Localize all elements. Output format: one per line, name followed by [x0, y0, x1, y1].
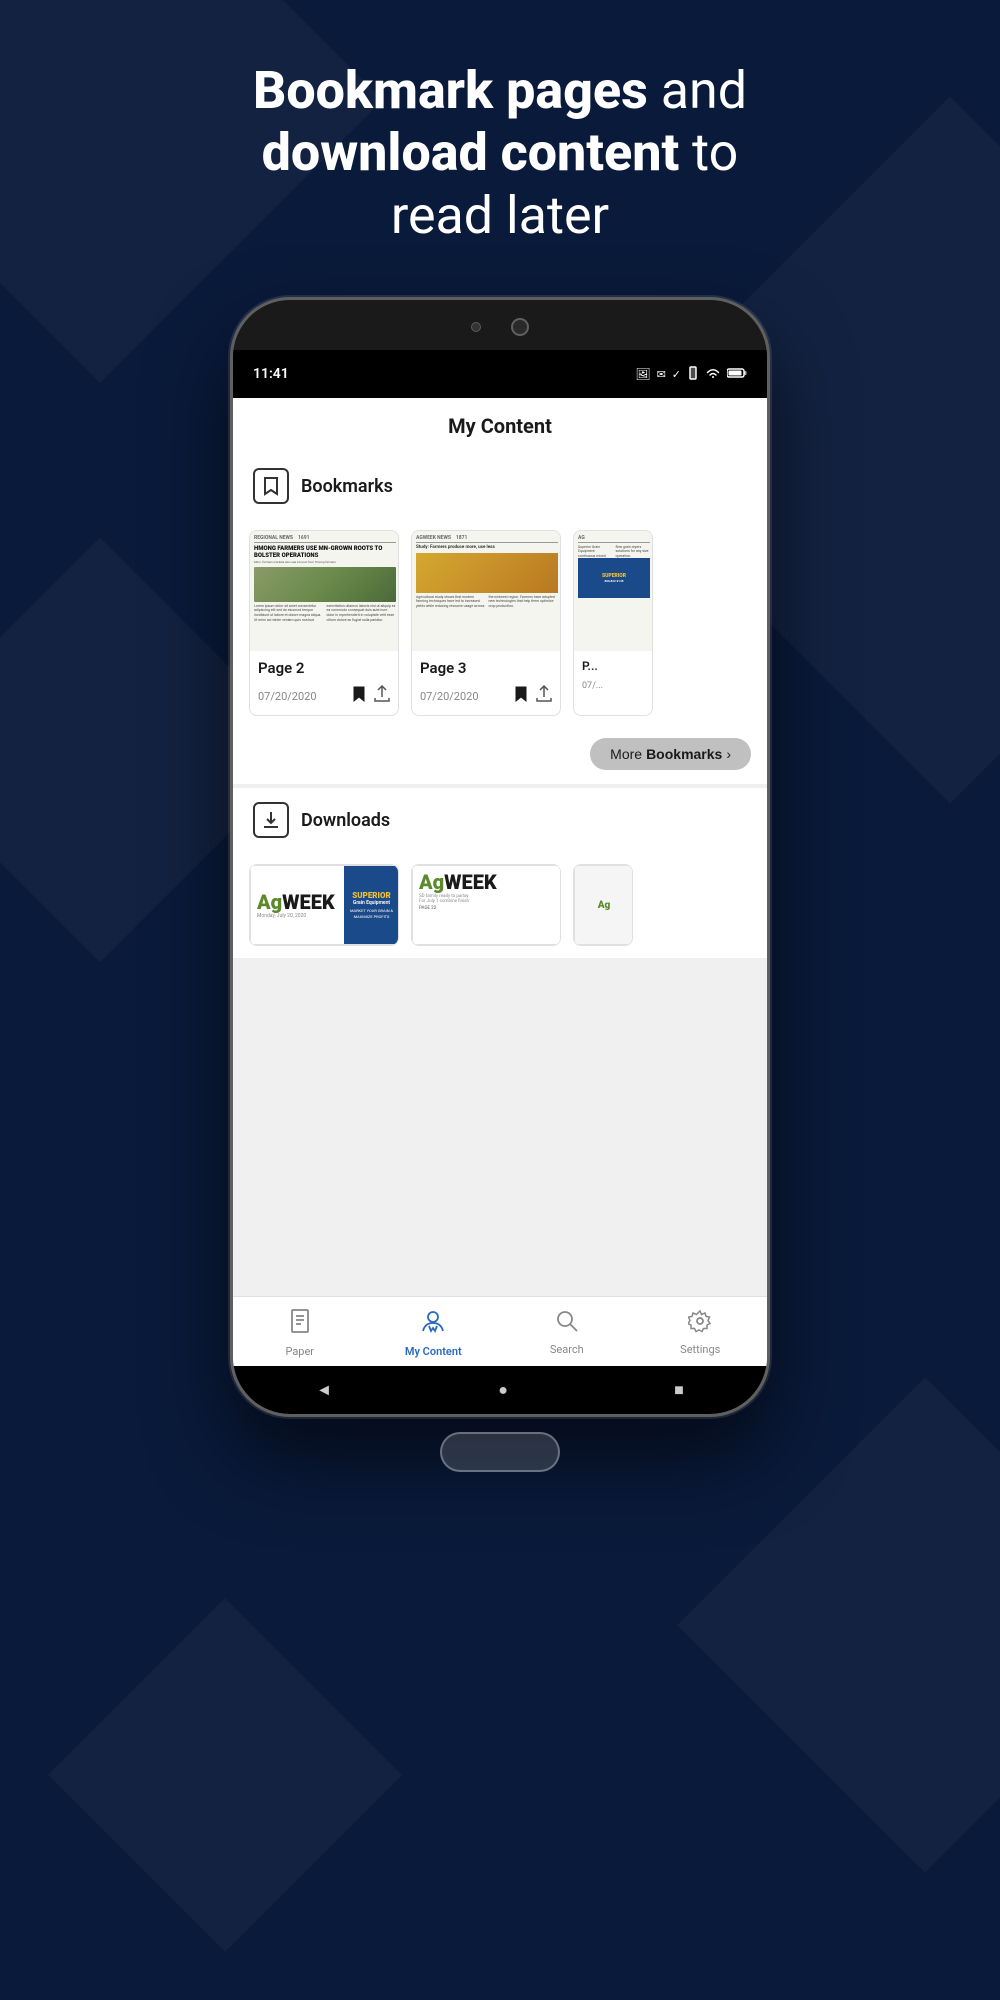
bookmark-card-3-meta: 07/... — [582, 681, 644, 691]
search-icon — [555, 1309, 579, 1339]
mail-icon: ✉ — [657, 368, 666, 381]
bookmark-card-3[interactable]: AG Superior Grain Equipment continuous m… — [573, 530, 653, 716]
bookmark-card-1-info: Page 2 07/20/2020 — [250, 651, 398, 715]
download-card-2[interactable]: AgWEEK SD family ready to parlay For Jul… — [411, 864, 561, 946]
chevron-right-icon: › — [726, 746, 731, 762]
nav-item-settings[interactable]: Settings — [634, 1305, 768, 1362]
downloads-section: Downloads AgWEEK Monday, July 20, 2020 — [233, 788, 767, 958]
more-bookmarks-container: More Bookmarks › — [233, 728, 767, 784]
phone-home-button — [440, 1432, 560, 1472]
bookmark-card-3-info: P... 07/... — [574, 651, 652, 699]
app-title: My Content — [253, 414, 747, 438]
bookmark-card-2-info: Page 3 07/20/2020 — [412, 651, 560, 715]
nav-item-search[interactable]: Search — [500, 1305, 634, 1362]
phone-mockup: 11:41 🖼 ✉ ✓ — [230, 297, 770, 1417]
wifi-icon — [705, 367, 721, 382]
bookmark-card-1-actions[interactable] — [352, 685, 390, 707]
phone-container: 11:41 🖼 ✉ ✓ — [0, 287, 1000, 1417]
hero-normal-1: and — [648, 60, 747, 121]
bookmark-card-2-bookmark-btn[interactable] — [514, 685, 528, 707]
paper-label: Paper — [285, 1345, 314, 1358]
download-card-3[interactable]: Ag — [573, 864, 633, 946]
bookmark-section-icon — [253, 468, 289, 504]
more-bold-label: Bookmarks — [646, 746, 722, 762]
bookmark-card-3-page: P... — [582, 659, 644, 673]
back-button[interactable]: ◄ — [316, 1380, 332, 1400]
status-icons: 🖼 ✉ ✓ — [635, 366, 747, 383]
download-card-1-thumbnail: AgWEEK Monday, July 20, 2020 SUPERIOR Gr… — [250, 865, 399, 945]
newspaper-page-4: AG Superior Grain Equipment continuous m… — [574, 531, 653, 651]
bookmark-card-3-thumbnail: AG Superior Grain Equipment continuous m… — [574, 531, 653, 651]
camera-main — [511, 318, 529, 336]
downloads-cards-scroll[interactable]: AgWEEK Monday, July 20, 2020 SUPERIOR Gr… — [233, 852, 767, 958]
battery-icon — [727, 367, 747, 382]
recents-button[interactable]: ■ — [674, 1380, 684, 1400]
power-button — [769, 480, 770, 580]
settings-gear-icon — [688, 1309, 712, 1339]
bookmark-card-1[interactable]: REGIONAL NEWS 1691 HMONG FARMERS USE MN-… — [249, 530, 399, 716]
bookmark-card-3-date: 07/... — [582, 681, 603, 691]
search-label: Search — [550, 1343, 584, 1356]
hero-text: Bookmark pages and download content to r… — [0, 0, 1000, 287]
bookmark-card-2-actions[interactable] — [514, 685, 552, 707]
my-content-icon — [421, 1309, 445, 1341]
volume-button — [230, 500, 231, 580]
bookmark-card-2-share-btn[interactable] — [536, 685, 552, 707]
downloads-header: Downloads — [233, 788, 767, 852]
download-card-3-thumbnail: Ag — [574, 865, 633, 945]
bookmark-card-2-page: Page 3 — [420, 659, 552, 677]
download-card-1[interactable]: AgWEEK Monday, July 20, 2020 SUPERIOR Gr… — [249, 864, 399, 946]
settings-label: Settings — [680, 1343, 720, 1356]
home-button[interactable]: ● — [498, 1380, 508, 1400]
bookmark-card-1-meta: 07/20/2020 — [258, 685, 390, 707]
newspaper-page-3: AGWEEK NEWS 1871 Study: Farmers produce … — [412, 531, 561, 651]
more-bookmarks-button[interactable]: More Bookmarks › — [590, 738, 751, 770]
bottom-nav: Paper My Content — [233, 1296, 767, 1366]
app-screen: My Content Bookmarks — [233, 398, 767, 1414]
hero-bold-1: Bookmark pages — [253, 60, 648, 121]
bookmark-card-1-date: 07/20/2020 — [258, 690, 317, 703]
bookmark-card-2[interactable]: AGWEEK NEWS 1871 Study: Farmers produce … — [411, 530, 561, 716]
bookmarks-label: Bookmarks — [301, 476, 393, 497]
bookmark-card-2-meta: 07/20/2020 — [420, 685, 552, 707]
bookmark-card-2-date: 07/20/2020 — [420, 690, 479, 703]
newspaper-page-2: REGIONAL NEWS 1691 HMONG FARMERS USE MN-… — [250, 531, 399, 651]
camera-area — [471, 318, 529, 336]
hero-bold-2: download content — [262, 122, 680, 183]
bookmark-card-1-bookmark-btn[interactable] — [352, 685, 366, 707]
app-header: My Content — [233, 398, 767, 454]
status-bar: 11:41 🖼 ✉ ✓ — [233, 350, 767, 398]
bookmarks-section: Bookmarks REGIONAL NEWS 1691 HMONG FARME… — [233, 454, 767, 784]
camera-small — [471, 322, 481, 332]
bookmark-card-1-thumbnail: REGIONAL NEWS 1691 HMONG FARMERS USE MN-… — [250, 531, 399, 651]
android-nav-bar: ◄ ● ■ — [233, 1366, 767, 1414]
check-icon: ✓ — [672, 368, 681, 381]
download-card-2-thumbnail: AgWEEK SD family ready to parlay For Jul… — [412, 865, 561, 945]
downloads-label: Downloads — [301, 810, 390, 831]
image-icon: 🖼 — [635, 367, 650, 381]
nav-item-my-content[interactable]: My Content — [367, 1305, 501, 1362]
more-label: More — [610, 746, 642, 762]
hero-normal-3: read later — [391, 185, 609, 246]
bookmark-card-2-thumbnail: AGWEEK NEWS 1871 Study: Farmers produce … — [412, 531, 561, 651]
agweek-logo-1: AgWEEK Monday, July 20, 2020 SUPERIOR Gr… — [251, 866, 399, 944]
bookmarks-header: Bookmarks — [233, 454, 767, 518]
bookmarks-cards-scroll[interactable]: REGIONAL NEWS 1691 HMONG FARMERS USE MN-… — [233, 518, 767, 728]
bookmark-card-1-page: Page 2 — [258, 659, 390, 677]
bookmark-card-1-share-btn[interactable] — [374, 685, 390, 707]
nav-item-paper[interactable]: Paper — [233, 1305, 367, 1362]
download-section-icon — [253, 802, 289, 838]
paper-icon — [289, 1309, 311, 1341]
status-time: 11:41 — [253, 366, 289, 382]
home-button-area — [0, 1417, 1000, 1482]
hero-normal-2: to — [679, 122, 738, 183]
content-area[interactable]: Bookmarks REGIONAL NEWS 1691 HMONG FARME… — [233, 454, 767, 1296]
vibrate-icon — [687, 366, 699, 383]
my-content-label: My Content — [405, 1345, 462, 1358]
